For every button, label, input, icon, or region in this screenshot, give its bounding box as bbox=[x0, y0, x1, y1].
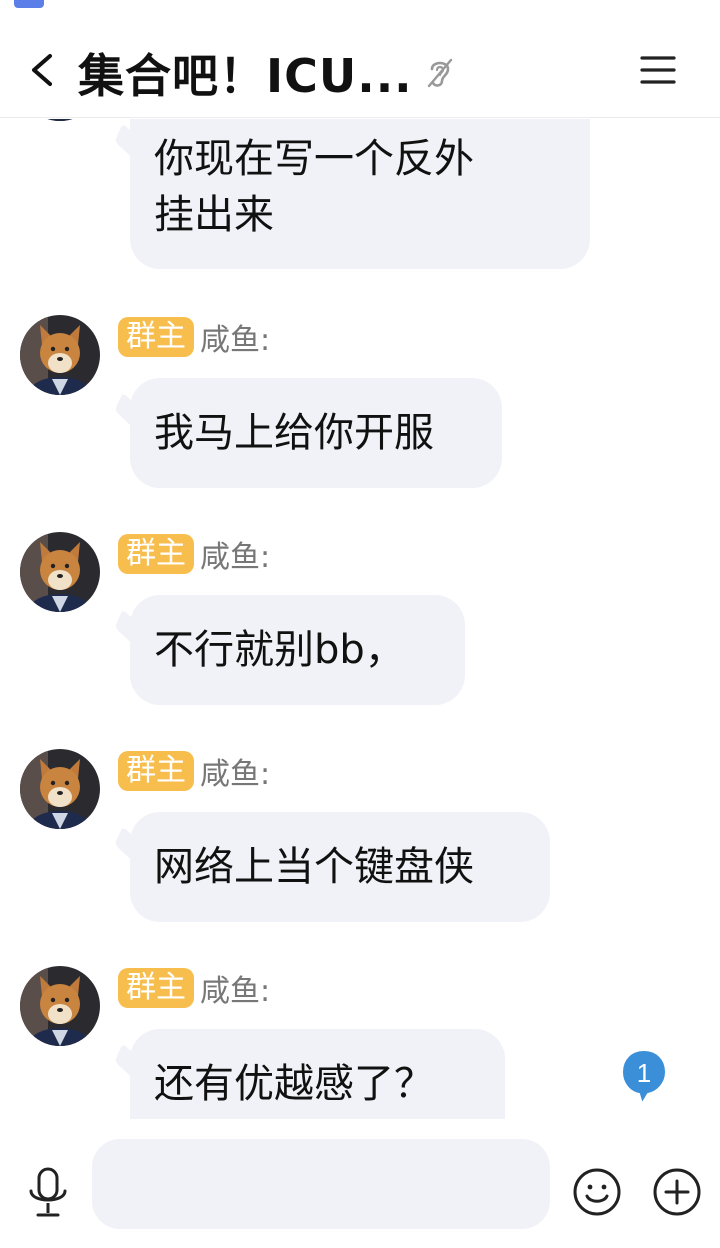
message-bubble[interactable]: 还有优越感了？ bbox=[130, 1029, 505, 1119]
owner-badge: 群主 bbox=[118, 317, 194, 357]
message-text: 网络上当个键盘侠 bbox=[154, 844, 474, 890]
avatar[interactable] bbox=[20, 315, 100, 395]
hamburger-menu-icon bbox=[640, 56, 676, 84]
message-input[interactable] bbox=[92, 1139, 550, 1229]
message-text: 你现在写一个反外 挂出来 bbox=[154, 136, 474, 238]
sender-meta: 群主 咸鱼: bbox=[118, 316, 270, 358]
sender-name[interactable]: 咸鱼: bbox=[200, 315, 270, 359]
owner-badge: 群主 bbox=[118, 751, 194, 791]
sender-meta: 群主 咸鱼: bbox=[118, 750, 270, 792]
menu-button[interactable] bbox=[636, 50, 680, 90]
title-group: 集合吧！ICU... bbox=[78, 40, 455, 106]
smiley-icon bbox=[573, 1168, 621, 1216]
message-text: 还有优越感了？ bbox=[154, 1061, 434, 1107]
more-options-button[interactable] bbox=[652, 1167, 702, 1217]
message-bubble[interactable]: 网络上当个键盘侠 bbox=[130, 812, 550, 922]
input-bar bbox=[0, 1119, 720, 1248]
sender-name[interactable]: 咸鱼: bbox=[200, 749, 270, 793]
back-button[interactable] bbox=[22, 44, 66, 96]
owner-badge: 群主 bbox=[118, 534, 194, 574]
chat-title[interactable]: 集合吧！ICU... bbox=[78, 40, 413, 106]
notification-app-icon bbox=[14, 0, 44, 8]
sender-name[interactable]: 咸鱼: bbox=[200, 966, 270, 1010]
status-bar bbox=[0, 0, 720, 14]
chat-header: 集合吧！ICU... bbox=[0, 14, 720, 118]
avatar[interactable] bbox=[20, 749, 100, 829]
chevron-left-icon bbox=[32, 54, 52, 86]
avatar[interactable] bbox=[20, 966, 100, 1046]
ear-icon[interactable] bbox=[425, 56, 455, 90]
message-bubble[interactable]: 你现在写一个反外 挂出来 bbox=[130, 119, 590, 269]
plus-circle-icon bbox=[653, 1168, 701, 1216]
message-list[interactable]: 你现在写一个反外 挂出来 群主 咸鱼: 我马上给你开服 群主 咸鱼: 不行就别b… bbox=[0, 119, 720, 1119]
owner-badge: 群主 bbox=[118, 968, 194, 1008]
unread-count: 1 bbox=[637, 1058, 651, 1088]
sender-meta: 群主 咸鱼: bbox=[118, 533, 270, 575]
avatar[interactable] bbox=[20, 119, 100, 121]
emoji-button[interactable] bbox=[572, 1167, 622, 1217]
sender-meta: 群主 咸鱼: bbox=[118, 967, 270, 1009]
message-text: 我马上给你开服 bbox=[154, 410, 434, 456]
message-bubble[interactable]: 不行就别bb， bbox=[130, 595, 465, 705]
message-text: 不行就别bb， bbox=[154, 627, 405, 673]
sender-name[interactable]: 咸鱼: bbox=[200, 532, 270, 576]
unread-message-badge[interactable]: 1 bbox=[618, 1046, 670, 1107]
microphone-icon bbox=[29, 1167, 67, 1217]
message-bubble[interactable]: 我马上给你开服 bbox=[130, 378, 502, 488]
voice-button[interactable] bbox=[26, 1167, 70, 1223]
avatar[interactable] bbox=[20, 532, 100, 612]
